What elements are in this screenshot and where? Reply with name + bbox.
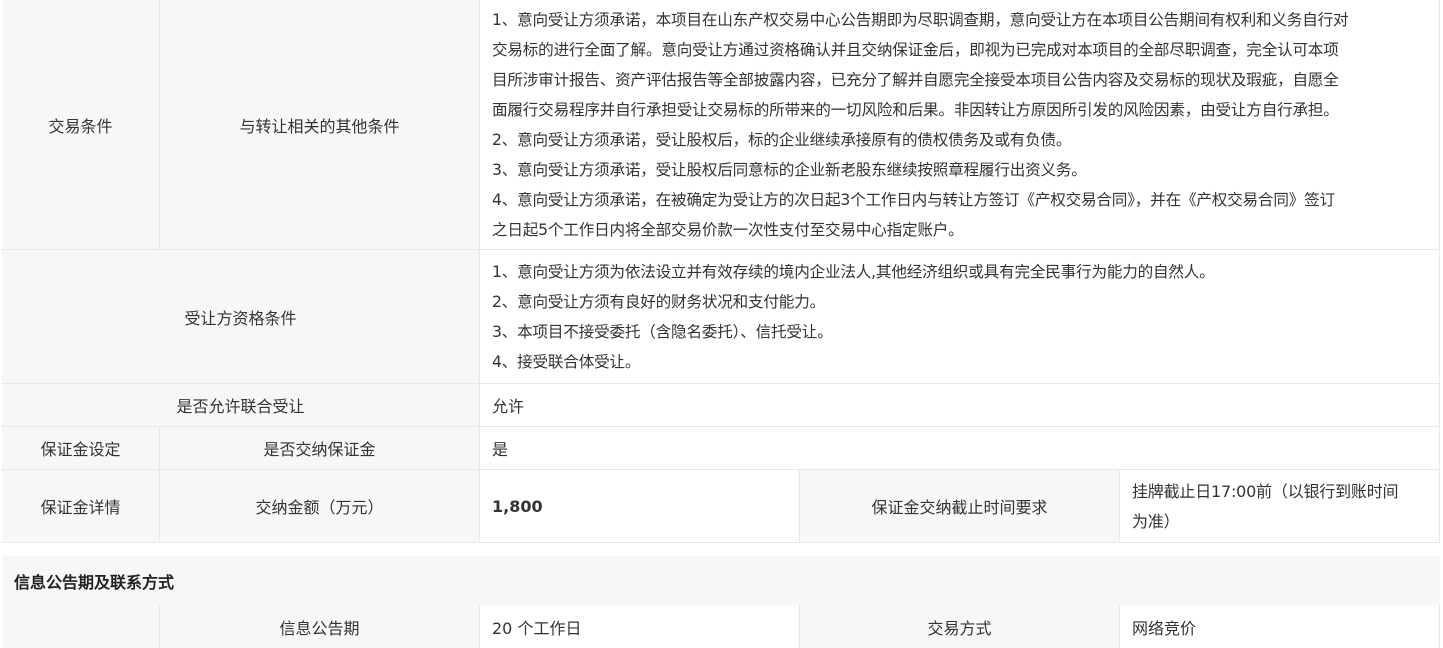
condition-line: 3、意向受让方须承诺，受让股权后同意标的企业新老股东继续按照章程履行出资义务。 [492, 161, 1087, 179]
qualification-line: 2、意向受让方须有良好的财务状况和支付能力。 [492, 293, 825, 311]
joint-transfer-value: 允许 [480, 384, 1440, 427]
deposit-required-label: 是否交纳保证金 [160, 427, 480, 470]
info-empty-label [2, 605, 160, 648]
trade-conditions-label: 交易条件 [2, 0, 160, 250]
joint-transfer-value-text: 允许 [492, 397, 525, 416]
deposit-deadline-label: 保证金交纳截止时间要求 [800, 470, 1120, 543]
condition-line: 2、意向受让方须承诺，受让股权后，标的企业继续承接原有的债权债务及或有负债。 [492, 131, 1072, 149]
deposit-amount-label: 交纳金额（万元） [160, 470, 480, 543]
condition-line: 交易标的进行全面了解。意向受让方通过资格确认并且交纳保证金后，即视为已完成对本项… [492, 41, 1339, 59]
deposit-amount-label-text: 交纳金额（万元） [255, 498, 384, 517]
joint-transfer-label-text: 是否允许联合受让 [176, 397, 305, 416]
deposit-details-label: 保证金详情 [2, 470, 160, 543]
info-period-label-text: 信息公告期 [279, 618, 360, 638]
deposit-deadline-value: 挂牌截止日17:00前（以银行到账时间 为准） [1120, 470, 1440, 543]
section-title-text: 信息公告期及联系方式 [14, 572, 175, 592]
deposit-amount-value-text: 1,800 [492, 496, 543, 516]
condition-line: 之日起5个工作日内将全部交易价款一次性支付至交易中心指定账户。 [492, 221, 964, 239]
trade-method-value: 网络竞价 [1120, 605, 1440, 648]
qualification-line: 1、意向受让方须为依法设立并有效存续的境内企业法人,其他经济组织或具有完全民事行… [492, 263, 1215, 281]
deposit-required-value: 是 [480, 427, 1440, 470]
section-gap [0, 543, 1443, 556]
deposit-required-label-text: 是否交纳保证金 [263, 440, 376, 459]
deposit-amount-value: 1,800 [480, 470, 800, 543]
deposit-deadline-label-text: 保证金交纳截止时间要求 [871, 498, 1048, 517]
info-period-value: 20 个工作日 [480, 605, 800, 648]
trade-method-value-text: 网络竞价 [1132, 618, 1197, 638]
condition-line: 目所涉审计报告、资产评估报告等全部披露内容，已充分了解并自愿完全接受本项目公告内… [492, 71, 1339, 89]
qualification-line: 4、接受联合体受让。 [492, 353, 641, 371]
trade-method-label-text: 交易方式 [927, 618, 992, 638]
deposit-setting-label: 保证金设定 [2, 427, 160, 470]
deposit-required-value-text: 是 [492, 440, 509, 459]
qualification-label: 受让方资格条件 [2, 250, 480, 384]
trade-method-label: 交易方式 [800, 605, 1120, 648]
qualification-value: 1、意向受让方须为依法设立并有效存续的境内企业法人,其他经济组织或具有完全民事行… [480, 250, 1440, 384]
deadline-line: 为准） [1132, 512, 1180, 531]
info-period-label: 信息公告期 [160, 605, 480, 648]
deposit-setting-label-text: 保证金设定 [40, 440, 121, 459]
other-conditions-label-text: 与转让相关的其他条件 [239, 116, 400, 136]
joint-transfer-label: 是否允许联合受让 [2, 384, 480, 427]
qualification-label-text: 受让方资格条件 [184, 308, 297, 328]
condition-line: 面履行交易程序并自行承担受让交易标的所带来的一切风险和后果。非因转让方原因所引发… [492, 101, 1339, 119]
trade-conditions-label-text: 交易条件 [48, 116, 113, 136]
deposit-details-label-text: 保证金详情 [40, 498, 121, 517]
other-conditions-value: 1、意向受让方须承诺，本项目在山东产权交易中心公告期即为尽职调查期，意向受让方在… [480, 0, 1440, 250]
condition-line: 1、意向受让方须承诺，本项目在山东产权交易中心公告期即为尽职调查期，意向受让方在… [492, 11, 1349, 29]
section-title-info-period: 信息公告期及联系方式 [2, 556, 1440, 605]
info-period-value-text: 20 个工作日 [492, 618, 582, 638]
other-conditions-label: 与转让相关的其他条件 [160, 0, 480, 250]
deadline-line: 挂牌截止日17:00前（以银行到账时间 [1132, 482, 1399, 501]
qualification-line: 3、本项目不接受委托（含隐名委托）、信托受让。 [492, 323, 833, 341]
condition-line: 4、意向受让方须承诺，在被确定为受让方的次日起3个工作日内与转让方签订《产权交易… [492, 191, 1335, 209]
